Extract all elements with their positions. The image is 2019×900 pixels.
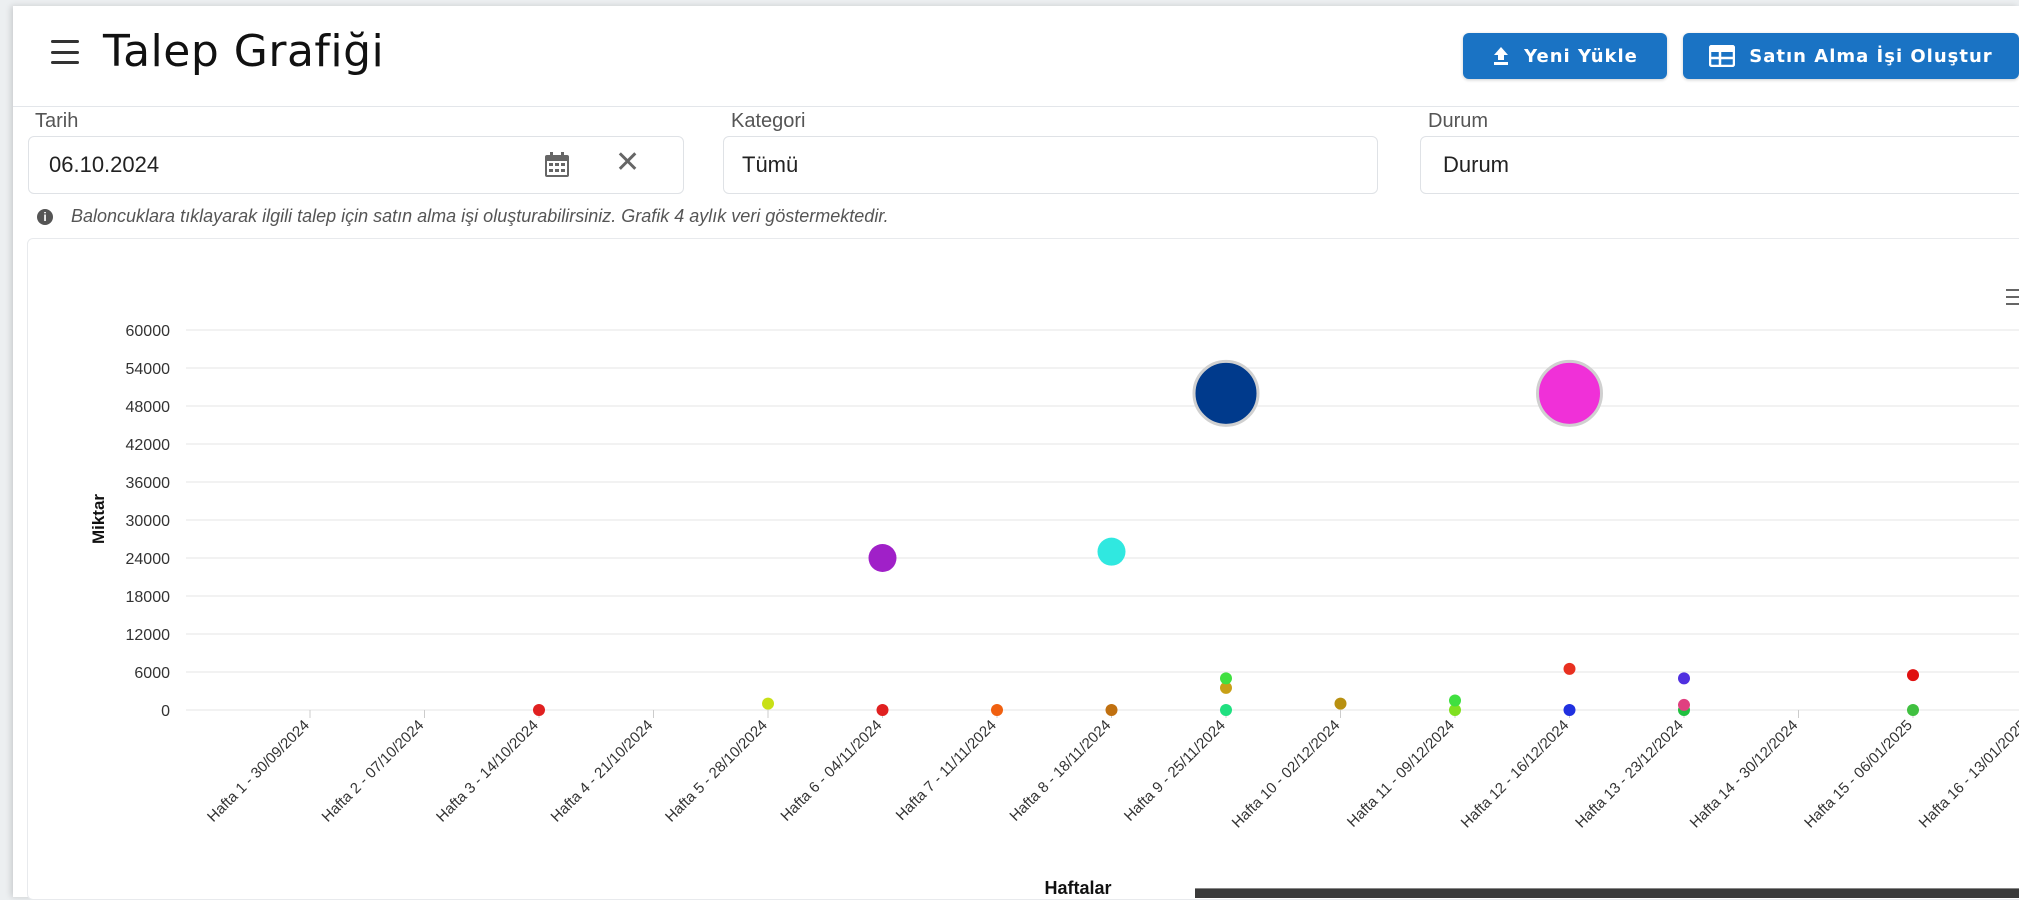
x-tick-label: Hafta 4 - 21/10/2024 bbox=[548, 717, 657, 826]
x-tick-label: Hafta 2 - 07/10/2024 bbox=[319, 717, 428, 826]
menu-toggle-icon[interactable] bbox=[51, 40, 79, 64]
page-header: Talep Grafiği Yeni Yükle Satın Alma İşi … bbox=[13, 6, 2019, 107]
x-tick-label: Hafta 8 - 18/11/2024 bbox=[1006, 717, 1114, 825]
y-tick-label: 60000 bbox=[126, 323, 171, 340]
bubble-point[interactable] bbox=[868, 544, 897, 572]
y-tick-label: 24000 bbox=[126, 551, 171, 568]
category-select[interactable]: Tümü bbox=[723, 136, 1378, 194]
bubble-point[interactable] bbox=[533, 704, 545, 716]
table-icon bbox=[1709, 45, 1736, 67]
y-tick-label: 48000 bbox=[126, 399, 171, 416]
y-tick-label: 54000 bbox=[126, 361, 171, 378]
status-label: Durum bbox=[1428, 110, 1489, 132]
bubble-point[interactable] bbox=[1220, 704, 1232, 716]
x-tick-label: Hafta 5 - 28/10/2024 bbox=[662, 717, 771, 826]
bubble-point[interactable] bbox=[762, 697, 774, 710]
date-label: Tarih bbox=[35, 110, 79, 132]
info-note: i Baloncuklara tıklayarak ilgili talep i… bbox=[37, 206, 889, 227]
y-axis-title: Miktar bbox=[89, 494, 108, 544]
bubble-point[interactable] bbox=[1907, 704, 1919, 716]
clear-date-icon[interactable]: ✕ bbox=[615, 147, 640, 179]
info-icon: i bbox=[37, 208, 53, 225]
x-tick-label: Hafta 10 - 02/12/2024 bbox=[1229, 717, 1344, 832]
x-tick-label: Hafta 16 - 13/01/2025 bbox=[1916, 717, 2019, 832]
bubble-point[interactable] bbox=[1678, 672, 1690, 685]
x-tick-label: Hafta 11 - 09/12/2024 bbox=[1344, 717, 1458, 831]
upload-button[interactable]: Yeni Yükle bbox=[1463, 33, 1667, 79]
y-tick-label: 6000 bbox=[134, 665, 170, 682]
bubble-point[interactable] bbox=[876, 704, 889, 716]
x-tick-label: Hafta 14 - 30/12/2024 bbox=[1687, 717, 1802, 832]
x-tick-label: Hafta 9 - 25/11/2024 bbox=[1121, 717, 1229, 825]
bubble-point[interactable] bbox=[1536, 359, 1603, 427]
bubble-point[interactable] bbox=[1907, 669, 1919, 682]
upload-button-label: Yeni Yükle bbox=[1524, 45, 1638, 67]
x-axis-title: Haftalar bbox=[1044, 878, 1111, 898]
date-field[interactable]: 06.10.2024 ✕ bbox=[28, 136, 684, 194]
info-text: Baloncuklara tıklayarak ilgili talep içi… bbox=[71, 206, 889, 226]
bubble-point[interactable] bbox=[1192, 359, 1260, 427]
y-tick-label: 0 bbox=[161, 703, 170, 720]
status-select[interactable]: Durum bbox=[1420, 136, 2019, 194]
page-title: Talep Grafiği bbox=[103, 26, 385, 77]
app-window: Talep Grafiği Yeni Yükle Satın Alma İşi … bbox=[13, 6, 2019, 900]
x-tick-label: Hafta 1 - 30/09/2024 bbox=[204, 717, 313, 826]
bubble-point[interactable] bbox=[991, 704, 1003, 716]
bubble-point[interactable] bbox=[1097, 537, 1126, 566]
x-tick-label: Hafta 15 - 06/01/2025 bbox=[1801, 717, 1916, 832]
create-purchase-job-label: Satın Alma İşi Oluştur bbox=[1749, 45, 1993, 67]
calendar-icon[interactable] bbox=[543, 151, 571, 185]
bubble-point[interactable] bbox=[1334, 697, 1347, 710]
y-tick-label: 42000 bbox=[126, 437, 171, 454]
status-value: Durum bbox=[1443, 152, 1510, 177]
bubble-point[interactable] bbox=[1105, 704, 1118, 716]
chart-card: 0 6000 12000 18000 24000 30000 36000 42000 48000… bbox=[27, 238, 2019, 900]
bubble-point[interactable] bbox=[1449, 694, 1461, 707]
y-tick-label: 12000 bbox=[126, 627, 171, 644]
x-tick-label: Hafta 13 - 23/12/2024 bbox=[1572, 717, 1687, 832]
bubble-point[interactable] bbox=[1220, 672, 1232, 685]
y-tick-label: 18000 bbox=[126, 589, 171, 606]
date-value: 06.10.2024 bbox=[49, 152, 160, 177]
x-tick-label: Hafta 7 - 11/11/2024 bbox=[893, 717, 1000, 824]
y-tick-label: 30000 bbox=[126, 513, 171, 530]
x-tick-label: Hafta 3 - 14/10/2024 bbox=[433, 717, 542, 826]
category-label: Kategori bbox=[731, 110, 806, 132]
category-value: Tümü bbox=[742, 152, 799, 177]
bubble-point[interactable] bbox=[1678, 698, 1690, 711]
x-tick-label: Hafta 6 - 04/11/2024 bbox=[777, 717, 885, 825]
bubble-point[interactable] bbox=[1563, 704, 1576, 716]
y-tick-label: 36000 bbox=[126, 475, 171, 492]
bubble-chart: 0 6000 12000 18000 24000 30000 36000 42000 48000… bbox=[89, 323, 2019, 898]
upload-icon bbox=[1492, 46, 1510, 66]
create-purchase-job-button[interactable]: Satın Alma İşi Oluştur bbox=[1683, 33, 2019, 79]
bubble-point[interactable] bbox=[1563, 662, 1576, 675]
x-tick-label: Hafta 12 - 16/12/2024 bbox=[1458, 717, 1573, 832]
